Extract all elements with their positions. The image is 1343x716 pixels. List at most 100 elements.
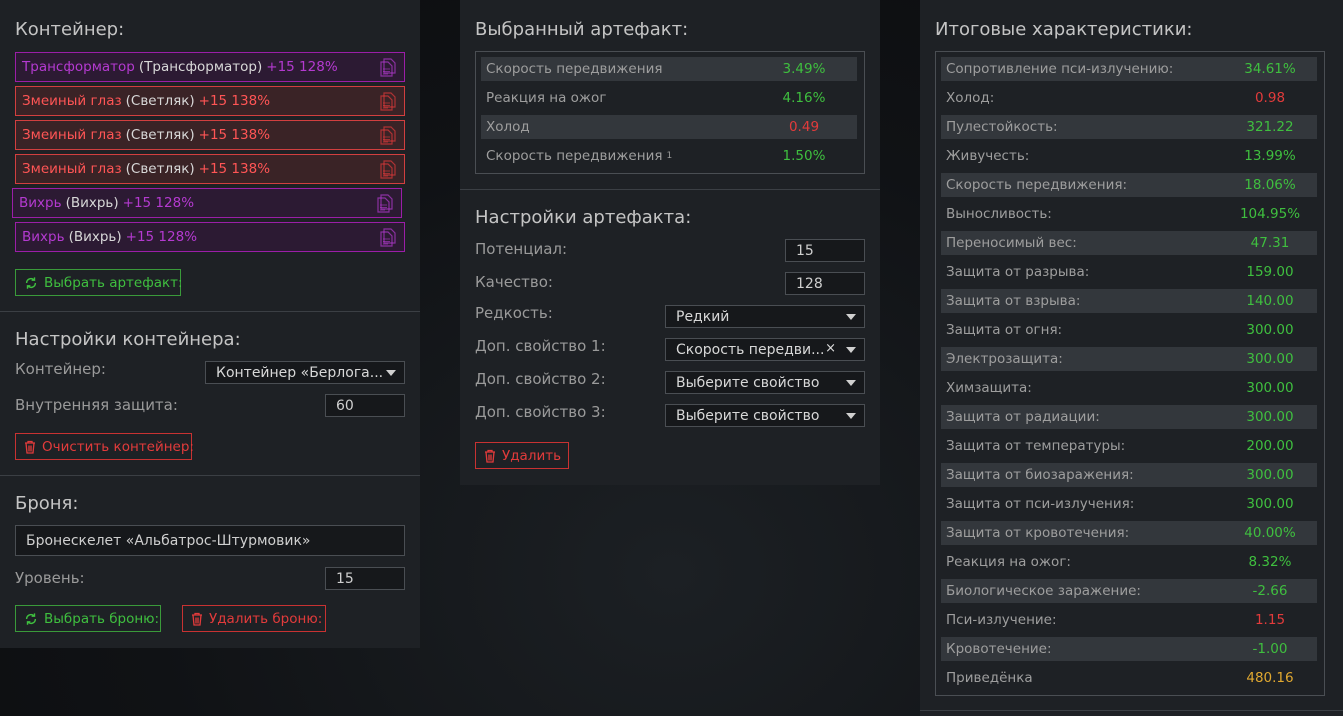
- artifact-subname: (Светляк): [125, 93, 195, 109]
- artifact-slot[interactable]: Вихрь (Вихрь) +15 128%: [12, 188, 402, 218]
- delete-armor-button[interactable]: Удалить броню:: [182, 605, 326, 632]
- stat-name: Реакция на ожог:: [946, 554, 1071, 570]
- choose-armor-button[interactable]: Выбрать броню:: [15, 605, 161, 632]
- stat-value: 300.00: [1246, 409, 1294, 425]
- divider: [0, 311, 420, 312]
- stat-value: -1.00: [1252, 641, 1288, 657]
- stat-value: 104.95%: [1239, 206, 1301, 222]
- potential-input[interactable]: 15: [785, 239, 865, 262]
- stat-row: Выносливость: 104.95%: [941, 202, 1317, 226]
- close-icon[interactable]: ×: [825, 341, 836, 356]
- choose-artifact-button[interactable]: Выбрать артефакт:: [15, 269, 183, 296]
- document-copy-icon[interactable]: [380, 58, 396, 77]
- container-select-value: Контейнер «Берлога...: [216, 364, 384, 381]
- armor-level-input[interactable]: 15: [325, 567, 405, 590]
- stat-value: 34.61%: [1244, 61, 1296, 77]
- prop1-select[interactable]: Скорость передви... ×: [665, 338, 865, 361]
- document-copy-icon[interactable]: [380, 92, 396, 111]
- document-copy-icon[interactable]: [380, 228, 396, 247]
- armor-name: Бронескелет «Альбатрос-Штурмовик»: [26, 532, 311, 549]
- artifact-name: Трансформатор: [22, 59, 135, 75]
- stat-value: 159.00: [1246, 264, 1294, 280]
- refresh-icon: [24, 612, 38, 626]
- selected-artifact-panel: Выбранный артефакт: Скорость передвижени…: [460, 0, 880, 485]
- artifact-slot[interactable]: Змеиный глаз (Светляк) +15 138%: [15, 120, 405, 150]
- artifact-name: Вихрь: [22, 229, 65, 245]
- artifact-subname: (Светляк): [125, 127, 195, 143]
- stat-value: 0.49: [788, 119, 820, 135]
- selected-artifact-stats: Скорость передвижения 3.49% Реакция на ожо…: [475, 51, 865, 174]
- stat-row: Холод 0.49: [481, 115, 857, 139]
- artifact-slot[interactable]: Трансформатор (Трансформатор) +15 128%: [15, 52, 405, 82]
- artifact-subname: (Трансформатор): [138, 59, 263, 75]
- choose-armor-label: Выбрать броню:: [44, 610, 160, 627]
- trash-icon: [191, 612, 203, 626]
- stat-row: Защита от радиации: 300.00: [941, 405, 1317, 429]
- prop2-label: Доп. свойство 2:: [475, 370, 606, 388]
- rarity-select[interactable]: Редкий: [665, 305, 865, 328]
- stat-footnote: 1: [666, 151, 673, 161]
- inner-protection-input[interactable]: 60: [325, 394, 405, 417]
- stat-row: Защита от взрыва: 140.00: [941, 289, 1317, 313]
- chevron-down-icon: [846, 380, 856, 386]
- stat-name: Защита от радиации:: [946, 409, 1100, 425]
- clear-container-button[interactable]: Очистить контейнер:: [15, 433, 194, 460]
- stat-value: 8.32%: [1248, 554, 1292, 570]
- artifact-level: +15 128%: [125, 229, 198, 245]
- prop2-select-value: Выберите свойство: [676, 374, 820, 391]
- stat-name: Живучесть:: [946, 148, 1030, 164]
- artifact-slot[interactable]: Вихрь (Вихрь) +15 128%: [15, 222, 405, 252]
- artifact-level: +15 138%: [198, 93, 271, 109]
- prop3-select-value: Выберите свойство: [676, 407, 820, 424]
- delete-artifact-label: Удалить: [502, 447, 562, 464]
- document-copy-icon[interactable]: [377, 194, 393, 213]
- stat-value: 480.16: [1246, 670, 1294, 686]
- artifact-level: +15 138%: [198, 127, 271, 143]
- potential-label: Потенциал:: [475, 240, 568, 258]
- trash-icon: [484, 449, 496, 463]
- stat-name: Приведёнка: [946, 670, 1033, 686]
- stat-row: Электрозащита: 300.00: [941, 347, 1317, 371]
- armor-name-field[interactable]: Бронескелет «Альбатрос-Штурмовик»: [15, 525, 405, 556]
- stat-value: -2.66: [1252, 583, 1288, 599]
- stat-name: Сопротивление пси-излучению:: [946, 61, 1174, 77]
- document-copy-icon[interactable]: [380, 160, 396, 179]
- stat-row: Защита от кровотечения: 40.00%: [941, 521, 1317, 545]
- delete-artifact-button[interactable]: Удалить: [475, 442, 569, 469]
- prop1-select-value: Скорость передви...: [676, 341, 825, 358]
- divider: [920, 710, 1343, 711]
- inner-protection-value: 60: [336, 397, 354, 414]
- divider: [460, 189, 880, 190]
- stat-name: Кровотечение:: [946, 641, 1052, 657]
- prop2-select[interactable]: Выберите свойство: [665, 371, 865, 394]
- chevron-down-icon: [846, 347, 856, 353]
- quality-value: 128: [796, 275, 823, 292]
- delete-armor-label: Удалить броню:: [209, 610, 323, 627]
- stat-value: 13.99%: [1244, 148, 1296, 164]
- quality-input[interactable]: 128: [785, 272, 865, 295]
- stat-row: Защита от биозаражения: 300.00: [941, 463, 1317, 487]
- artifact-slot[interactable]: Змеиный глаз (Светляк) +15 138%: [15, 154, 405, 184]
- stat-row: Кровотечение: -1.00: [941, 637, 1317, 661]
- artifact-slot[interactable]: Змеиный глаз (Светляк) +15 138%: [15, 86, 405, 116]
- document-copy-icon[interactable]: [380, 126, 396, 145]
- clear-container-label: Очистить контейнер:: [42, 438, 194, 455]
- container-select[interactable]: Контейнер «Берлога...: [205, 361, 405, 384]
- container-title: Контейнер:: [15, 19, 125, 40]
- stat-value: 1.50%: [782, 148, 826, 164]
- artifact-settings-title: Настройки артефакта:: [475, 207, 692, 228]
- stat-value: 3.49%: [782, 61, 826, 77]
- artifact-level: +15 138%: [198, 161, 271, 177]
- stat-value: 40.00%: [1244, 525, 1296, 541]
- stat-row: Холод: 0.98: [941, 86, 1317, 110]
- stat-value: 0.98: [1254, 90, 1286, 106]
- stat-row: Приведёнка 480.16: [941, 666, 1317, 690]
- artifact-name: Змеиный глаз: [22, 127, 122, 143]
- stat-name: Холод:: [946, 90, 995, 106]
- artifact-name: Вихрь: [19, 195, 62, 211]
- stat-value: 300.00: [1246, 322, 1294, 338]
- rarity-label: Редкость:: [475, 304, 553, 322]
- container-panel: Контейнер: Трансформатор (Трансформатор) +…: [0, 0, 420, 648]
- stat-row: Живучесть: 13.99%: [941, 144, 1317, 168]
- prop3-select[interactable]: Выберите свойство: [665, 404, 865, 427]
